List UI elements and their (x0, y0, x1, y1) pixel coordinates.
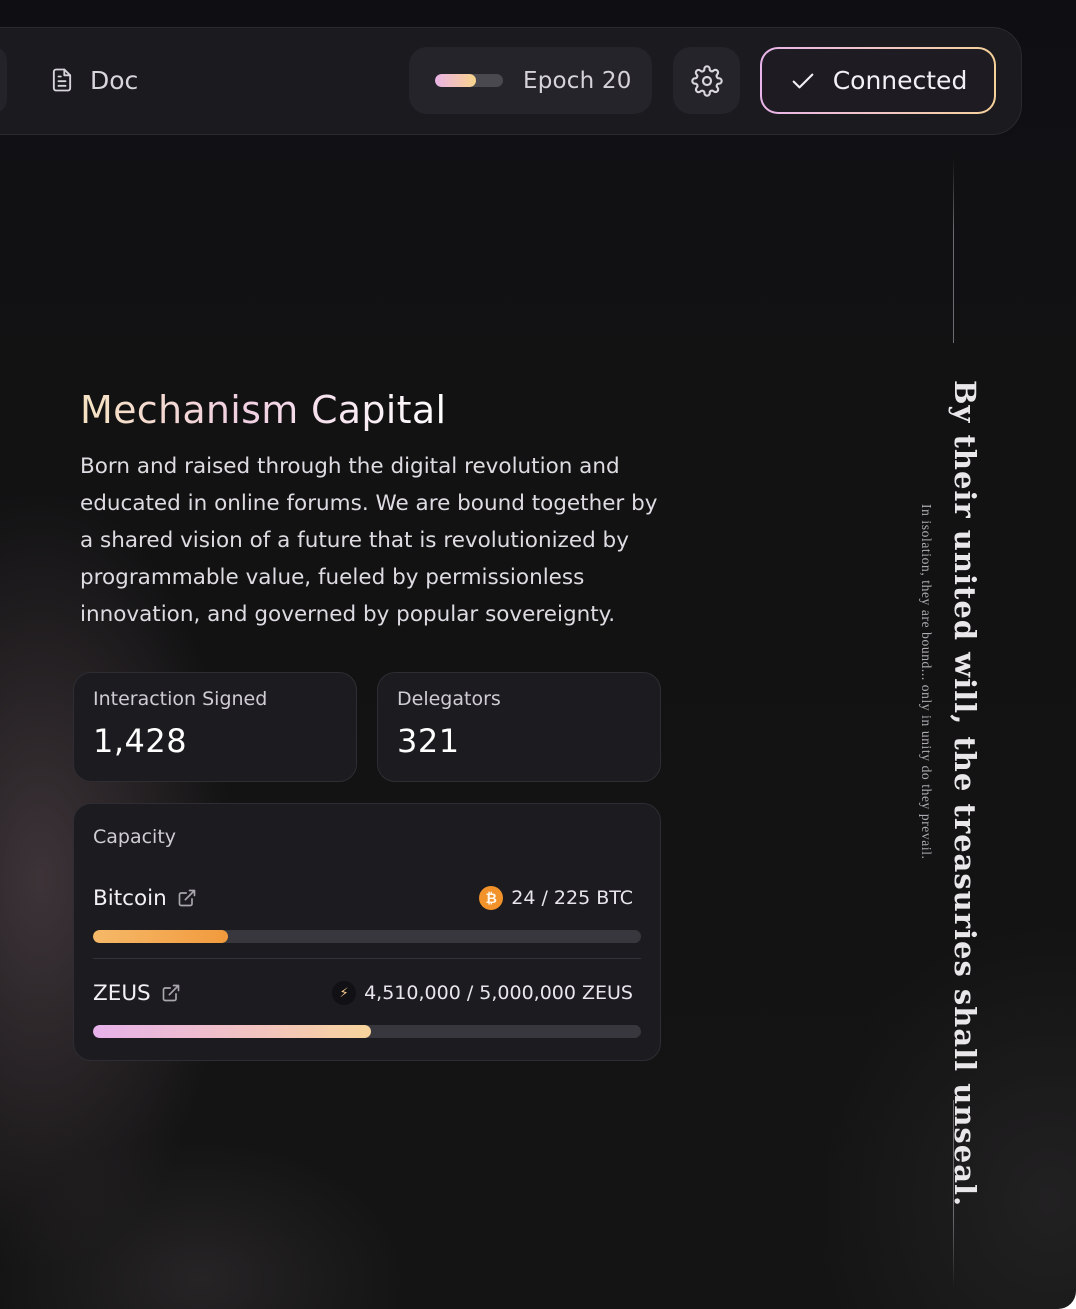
zeus-coin-icon: ⚡ (332, 981, 357, 1005)
capacity-progress-fill (93, 1025, 371, 1038)
capacity-progress-fill (93, 930, 229, 943)
interaction-signed-card: Interaction Signed 1,428 (73, 672, 357, 782)
epoch-progress-track (435, 74, 503, 87)
capacity-title: Capacity (93, 826, 177, 848)
doc-link-label: Doc (90, 65, 139, 95)
connected-label: Connected (832, 66, 968, 95)
page-title: Mechanism Capital (80, 388, 447, 432)
motto-sub-text: In isolation, they are bound... only in … (919, 504, 934, 860)
bitcoin-coin-icon: ₿ (479, 886, 504, 910)
capacity-amount: ₿ 24 / 225 BTC (479, 886, 643, 910)
zeus-link[interactable]: ZEUS (93, 981, 181, 1006)
external-link-icon (162, 984, 180, 1002)
profile-description: Born and raised through the digital revo… (80, 454, 658, 627)
capacity-name: ZEUS (93, 980, 151, 1006)
connected-button-body: Connected (762, 49, 994, 112)
check-icon (792, 73, 814, 88)
external-link-icon (178, 889, 196, 907)
stat-value: 321 (397, 722, 460, 760)
capacity-row-bitcoin: Bitcoin ₿ 24 / 225 BTC (93, 882, 643, 943)
connected-wallet-button[interactable]: Connected (760, 47, 996, 114)
capacity-amount: ⚡ 4,510,000 / 5,000,000 ZEUS (332, 981, 643, 1005)
stat-label: Interaction Signed (93, 688, 268, 710)
capacity-row-zeus: ZEUS ⚡ 4,510,000 / 5,000,000 ZEUS (93, 977, 643, 1038)
capacity-progress-track (93, 1025, 641, 1038)
bitcoin-link[interactable]: Bitcoin (93, 886, 197, 911)
motto-divider-bottom (953, 1100, 954, 1288)
settings-button[interactable] (673, 47, 740, 114)
motto-main-text: By their united will, the treasuries sha… (948, 380, 982, 1208)
motto-divider-top (953, 158, 954, 343)
nav-pill-edge[interactable] (0, 47, 7, 113)
stat-value: 1,428 (93, 722, 188, 760)
delegators-card: Delegators 321 (377, 672, 661, 782)
gear-icon (690, 64, 723, 97)
capacity-progress-track (93, 930, 641, 943)
capacity-name: Bitcoin (93, 885, 167, 911)
capacity-card: Capacity Bitcoin ₿ 24 / 225 BTC ZEUS ⚡ 4… (73, 803, 661, 1061)
document-icon (52, 68, 72, 92)
capacity-amount-text: 24 / 225 BTC (511, 887, 633, 909)
doc-link[interactable]: Doc (48, 62, 138, 98)
epoch-label: Epoch 20 (523, 67, 632, 94)
stat-label: Delegators (397, 688, 501, 710)
epoch-progress-fill (435, 74, 476, 87)
capacity-divider (93, 958, 641, 959)
capacity-amount-text: 4,510,000 / 5,000,000 ZEUS (364, 982, 633, 1004)
app-window: Doc Epoch 20 Connected Mechanism Capital… (0, 0, 1076, 1309)
epoch-indicator[interactable]: Epoch 20 (409, 47, 652, 114)
